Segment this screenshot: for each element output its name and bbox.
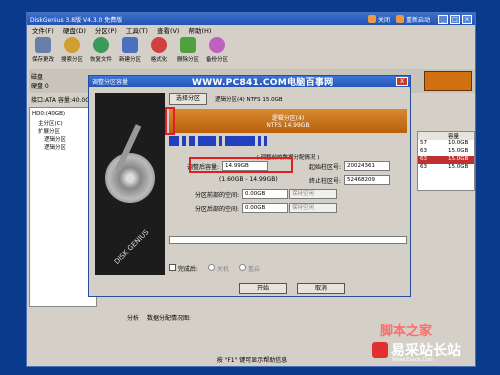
search-partition-button[interactable]: 搜索分区 <box>59 37 85 63</box>
new-partition-button[interactable]: 新建分区 <box>117 37 143 63</box>
format-icon <box>151 37 167 53</box>
site-logo: 易采站长站 Www.Easck.Com <box>372 340 461 363</box>
end-input[interactable]: 52468209 <box>344 175 390 185</box>
hard-disk-image: DISK GENIUS <box>95 93 165 275</box>
after-space-label: 分区后部的空间: <box>194 205 239 213</box>
tree-item-extended[interactable]: 扩展分区 <box>32 127 94 135</box>
recover-files-button[interactable]: 恢复文件 <box>88 37 114 63</box>
partition-bar-size: NTFS 14.99GB <box>266 122 310 129</box>
partition-table: 容量 57 10.0GB 63 15.0GB 63 15.0GB 63 15.0GB <box>417 131 475 191</box>
new-partition-icon <box>122 37 138 53</box>
dialog-close-button[interactable]: X <box>396 77 408 86</box>
menu-bar: 文件(F) 硬盘(D) 分区(P) 工具(T) 查看(V) 帮助(H) <box>27 25 475 35</box>
save-changes-button[interactable]: 保存更改 <box>30 37 56 63</box>
end-label: 终止柱区号: <box>308 177 341 185</box>
table-row[interactable]: 63 15.0GB <box>418 164 474 172</box>
shutdown-radio[interactable] <box>207 264 215 271</box>
partition-bar-name: 逻辑分区(4) <box>271 115 305 122</box>
watermark-red: 脚本之家 <box>380 324 433 339</box>
table-row[interactable]: 57 10.0GB <box>418 140 474 148</box>
menu-disk[interactable]: 硬盘(D) <box>63 25 86 35</box>
tree-item-primary[interactable]: 主分区(C) <box>32 119 94 127</box>
restart-link[interactable]: 重新启动 <box>395 15 430 24</box>
search-icon <box>64 37 80 53</box>
shutdown-icon <box>367 15 376 23</box>
resize-partition-dialog: 调整分区容量 WWW.PC841.COM电脑百事网 X DISK GENIUS … <box>88 75 411 297</box>
restart-label: 重启 <box>247 266 260 273</box>
backup-icon <box>209 37 225 53</box>
disk-label: 磁盘 <box>31 74 44 81</box>
after-space-input[interactable]: 0.00GB <box>242 203 288 213</box>
toolbar: 保存更改 搜索分区 恢复文件 新建分区 格式化 删除分区 备份分区 <box>27 35 475 67</box>
end-row: 终止柱区号: 52468209 <box>299 175 390 185</box>
partition-bar[interactable]: 逻辑分区(4) NTFS 14.99GB <box>169 109 407 133</box>
menu-view[interactable]: 查看(V) <box>157 25 180 35</box>
partition-select-row: 选择分区 逻辑分区(4) NTFS 15.0GB <box>169 93 283 105</box>
close-button[interactable]: × <box>462 14 472 24</box>
before-space-select-row: 保持空闲 <box>289 189 337 199</box>
shutdown-label: 关机 <box>216 266 229 273</box>
tab-analyze[interactable]: 分析 <box>127 313 139 323</box>
restart-icon <box>395 15 404 23</box>
menu-help[interactable]: 帮助(H) <box>188 25 211 35</box>
size-highlight-box <box>189 157 293 173</box>
minimize-button[interactable]: _ <box>438 14 448 24</box>
table-row[interactable]: 63 15.0GB <box>418 156 474 164</box>
cancel-button[interactable]: 取消 <box>297 283 345 294</box>
table-header: 容量 <box>448 134 460 140</box>
tree-item-disk[interactable]: HD0:(40GB) <box>32 111 94 119</box>
window-title: DiskGenius 3.8版 V4.3.0 免费版 <box>30 16 123 24</box>
after-space-row: 分区后部的空间: 0.00GB <box>189 203 288 213</box>
delete-icon <box>180 37 196 53</box>
format-button[interactable]: 格式化 <box>146 37 172 63</box>
dialog-buttons: 开始 取消 <box>239 283 345 294</box>
shutdown-link[interactable]: 关闭 <box>367 15 390 24</box>
before-space-row: 分区前部的空间: 0.00GB <box>189 189 288 199</box>
size-range: (1.60GB - 14.99GB) <box>219 176 278 183</box>
tab-data-map[interactable]: 数据分配情况图: <box>147 313 191 323</box>
start-row: 起始柱区号: 20024361 <box>299 161 390 171</box>
recover-icon <box>93 37 109 53</box>
highlight-box <box>165 107 175 135</box>
backup-partition-button[interactable]: 备份分区 <box>204 37 230 63</box>
watermark-text: WWW.PC841.COM电脑百事网 <box>192 78 334 88</box>
partition-tree: HD0:(40GB) 主分区(C) 扩展分区 逻辑分区 逻辑分区 <box>29 107 97 307</box>
dialog-title: 调整分区容量 <box>92 79 129 86</box>
maximize-button[interactable]: □ <box>450 14 460 24</box>
table-header <box>418 132 446 140</box>
after-complete-checkbox[interactable] <box>169 264 176 271</box>
menu-file[interactable]: 文件(F) <box>32 25 54 35</box>
disk-platter <box>105 153 155 203</box>
before-space-input[interactable]: 0.00GB <box>242 189 288 199</box>
after-space-select-row: 保持空闲 <box>289 203 337 213</box>
title-bar: DiskGenius 3.8版 V4.3.0 免费版 关闭 重新启动 _ □ × <box>27 13 475 25</box>
menu-partition[interactable]: 分区(P) <box>95 25 117 35</box>
restart-radio[interactable] <box>238 264 246 271</box>
disk-partition-block[interactable] <box>424 71 472 91</box>
after-space-select[interactable]: 保持空闲 <box>289 203 337 213</box>
before-space-label: 分区前部的空间: <box>194 191 239 199</box>
disk-number: 硬盘 0 <box>31 83 49 90</box>
progress-bar <box>169 236 407 244</box>
tree-item-logical-2[interactable]: 逻辑分区 <box>32 143 94 151</box>
start-input[interactable]: 20024361 <box>344 161 390 171</box>
start-button[interactable]: 开始 <box>239 283 287 294</box>
data-blocks <box>169 136 407 146</box>
select-partition-button[interactable]: 选择分区 <box>169 93 208 105</box>
table-row[interactable]: 63 15.0GB <box>418 148 474 156</box>
dialog-title-bar: 调整分区容量 WWW.PC841.COM电脑百事网 X <box>89 76 410 88</box>
start-label: 起始柱区号: <box>308 163 341 171</box>
disk-brand: DISK GENIUS <box>112 228 151 266</box>
save-icon <box>35 37 51 53</box>
tree-item-logical-1[interactable]: 逻辑分区 <box>32 135 94 143</box>
before-space-select[interactable]: 保持空闲 <box>289 189 337 199</box>
selected-partition-label: 逻辑分区(4) NTFS 15.0GB <box>215 97 283 103</box>
after-complete-label: 完成后: <box>177 266 198 273</box>
logo-icon <box>372 342 388 358</box>
delete-partition-button[interactable]: 删除分区 <box>175 37 201 63</box>
menu-tools[interactable]: 工具(T) <box>126 25 148 35</box>
after-complete-row: 完成后: 关机 重启 <box>169 264 260 273</box>
